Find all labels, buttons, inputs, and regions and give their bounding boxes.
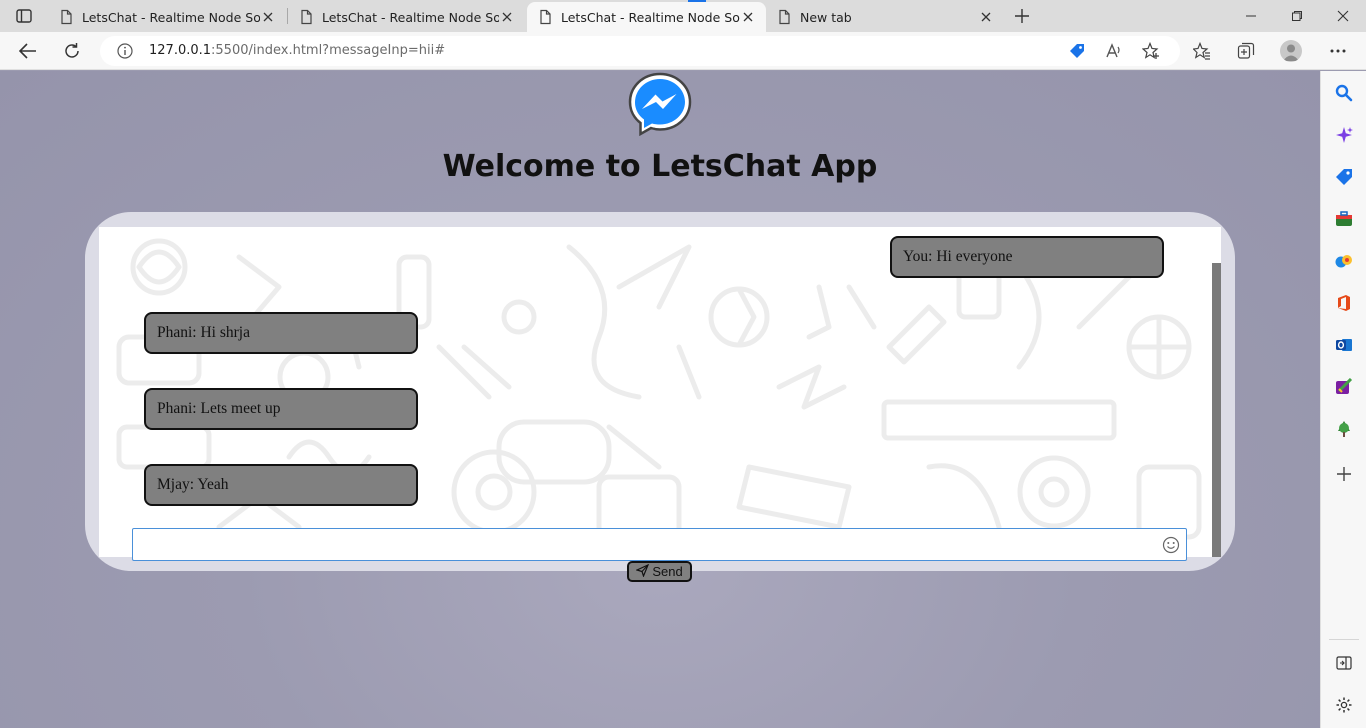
close-icon[interactable] [499,9,515,25]
add-favorite-icon[interactable] [1141,41,1160,64]
add-icon[interactable] [1333,463,1355,485]
info-icon[interactable] [117,43,133,63]
tab-3-active[interactable]: LetsChat - Realtime Node Socket.io [527,0,766,32]
close-icon[interactable] [978,9,994,25]
shopping-tag-icon[interactable] [1333,166,1355,188]
copilot-sparkle-icon[interactable] [1333,124,1355,146]
tab-title: LetsChat - Realtime Node Socket.io [82,9,260,25]
settings-gear-icon[interactable] [1333,694,1355,716]
close-icon[interactable] [260,9,276,25]
page-icon [298,9,314,25]
office-icon[interactable] [1333,292,1355,314]
tab-actions-icon[interactable] [10,6,38,26]
page-icon [537,9,553,25]
collections-icon[interactable] [1232,37,1260,65]
favorites-icon[interactable] [1188,37,1216,65]
message-area: You: Hi everyone Phani: Hi shrja Phani: … [99,227,1221,557]
tree-icon[interactable] [1333,418,1355,440]
url-text: 127.0.0.1:5500/index.html?messageInp=hii… [149,43,445,58]
url-path: :5500/index.html?messageInp=hii# [211,43,446,58]
refresh-icon[interactable] [58,37,86,65]
emoji-icon[interactable] [1162,536,1180,554]
sidebar-divider [1329,639,1359,640]
scrollbar[interactable] [1212,227,1221,557]
tab-2[interactable]: LetsChat - Realtime Node Socket.io [288,2,525,32]
outlook-icon[interactable] [1333,334,1355,356]
browser-toolbar: 127.0.0.1:5500/index.html?messageInp=hii… [0,32,1366,70]
restore-icon[interactable] [1274,0,1320,32]
tab-title: New tab [800,9,852,25]
url-host: 127.0.0.1 [149,43,212,58]
hide-sidebar-icon[interactable] [1333,652,1355,674]
message-right: You: Hi everyone [890,236,1164,278]
designer-icon[interactable] [1333,376,1355,398]
tab-1[interactable]: LetsChat - Realtime Node Socket.io [48,2,286,32]
chat-container: You: Hi everyone Phani: Hi shrja Phani: … [85,212,1235,571]
scrollbar-thumb[interactable] [1212,263,1221,557]
close-window-icon[interactable] [1320,0,1366,32]
tools-briefcase-icon[interactable] [1333,208,1355,230]
tab-title: LetsChat - Realtime Node Socket.io [561,9,740,25]
new-tab-icon[interactable] [1012,6,1032,26]
send-label: Send [652,564,683,579]
send-button[interactable]: Send [627,561,692,582]
page-icon [776,9,792,25]
messenger-logo-icon [628,72,692,137]
minimize-icon[interactable] [1228,0,1274,32]
send-icon [635,563,650,580]
page-title: Welcome to LetsChat App [442,149,878,184]
more-options-icon[interactable] [1324,37,1352,65]
search-icon[interactable] [1333,82,1355,104]
message-left: Mjay: Yeah [144,464,418,506]
coupon-tag-icon[interactable] [1068,42,1086,64]
tab-strip: LetsChat - Realtime Node Socket.io LetsC… [0,0,1366,32]
message-left: Phani: Lets meet up [144,388,418,430]
profile-avatar[interactable] [1280,40,1302,62]
back-arrow-icon[interactable] [14,37,42,65]
message-left: Phani: Hi shrja [144,312,418,354]
page-content: Welcome to LetsChat App You: Hi everyone… [0,71,1320,728]
message-input[interactable] [132,528,1187,561]
tab-title: LetsChat - Realtime Node Socket.io [322,9,499,25]
edge-sidebar [1320,71,1366,728]
tab-4[interactable]: New tab [766,2,1004,32]
page-icon [58,9,74,25]
close-icon[interactable] [740,9,756,25]
read-aloud-icon[interactable] [1105,42,1123,64]
address-bar[interactable]: 127.0.0.1:5500/index.html?messageInp=hii… [100,36,1180,66]
games-icon[interactable] [1333,250,1355,272]
